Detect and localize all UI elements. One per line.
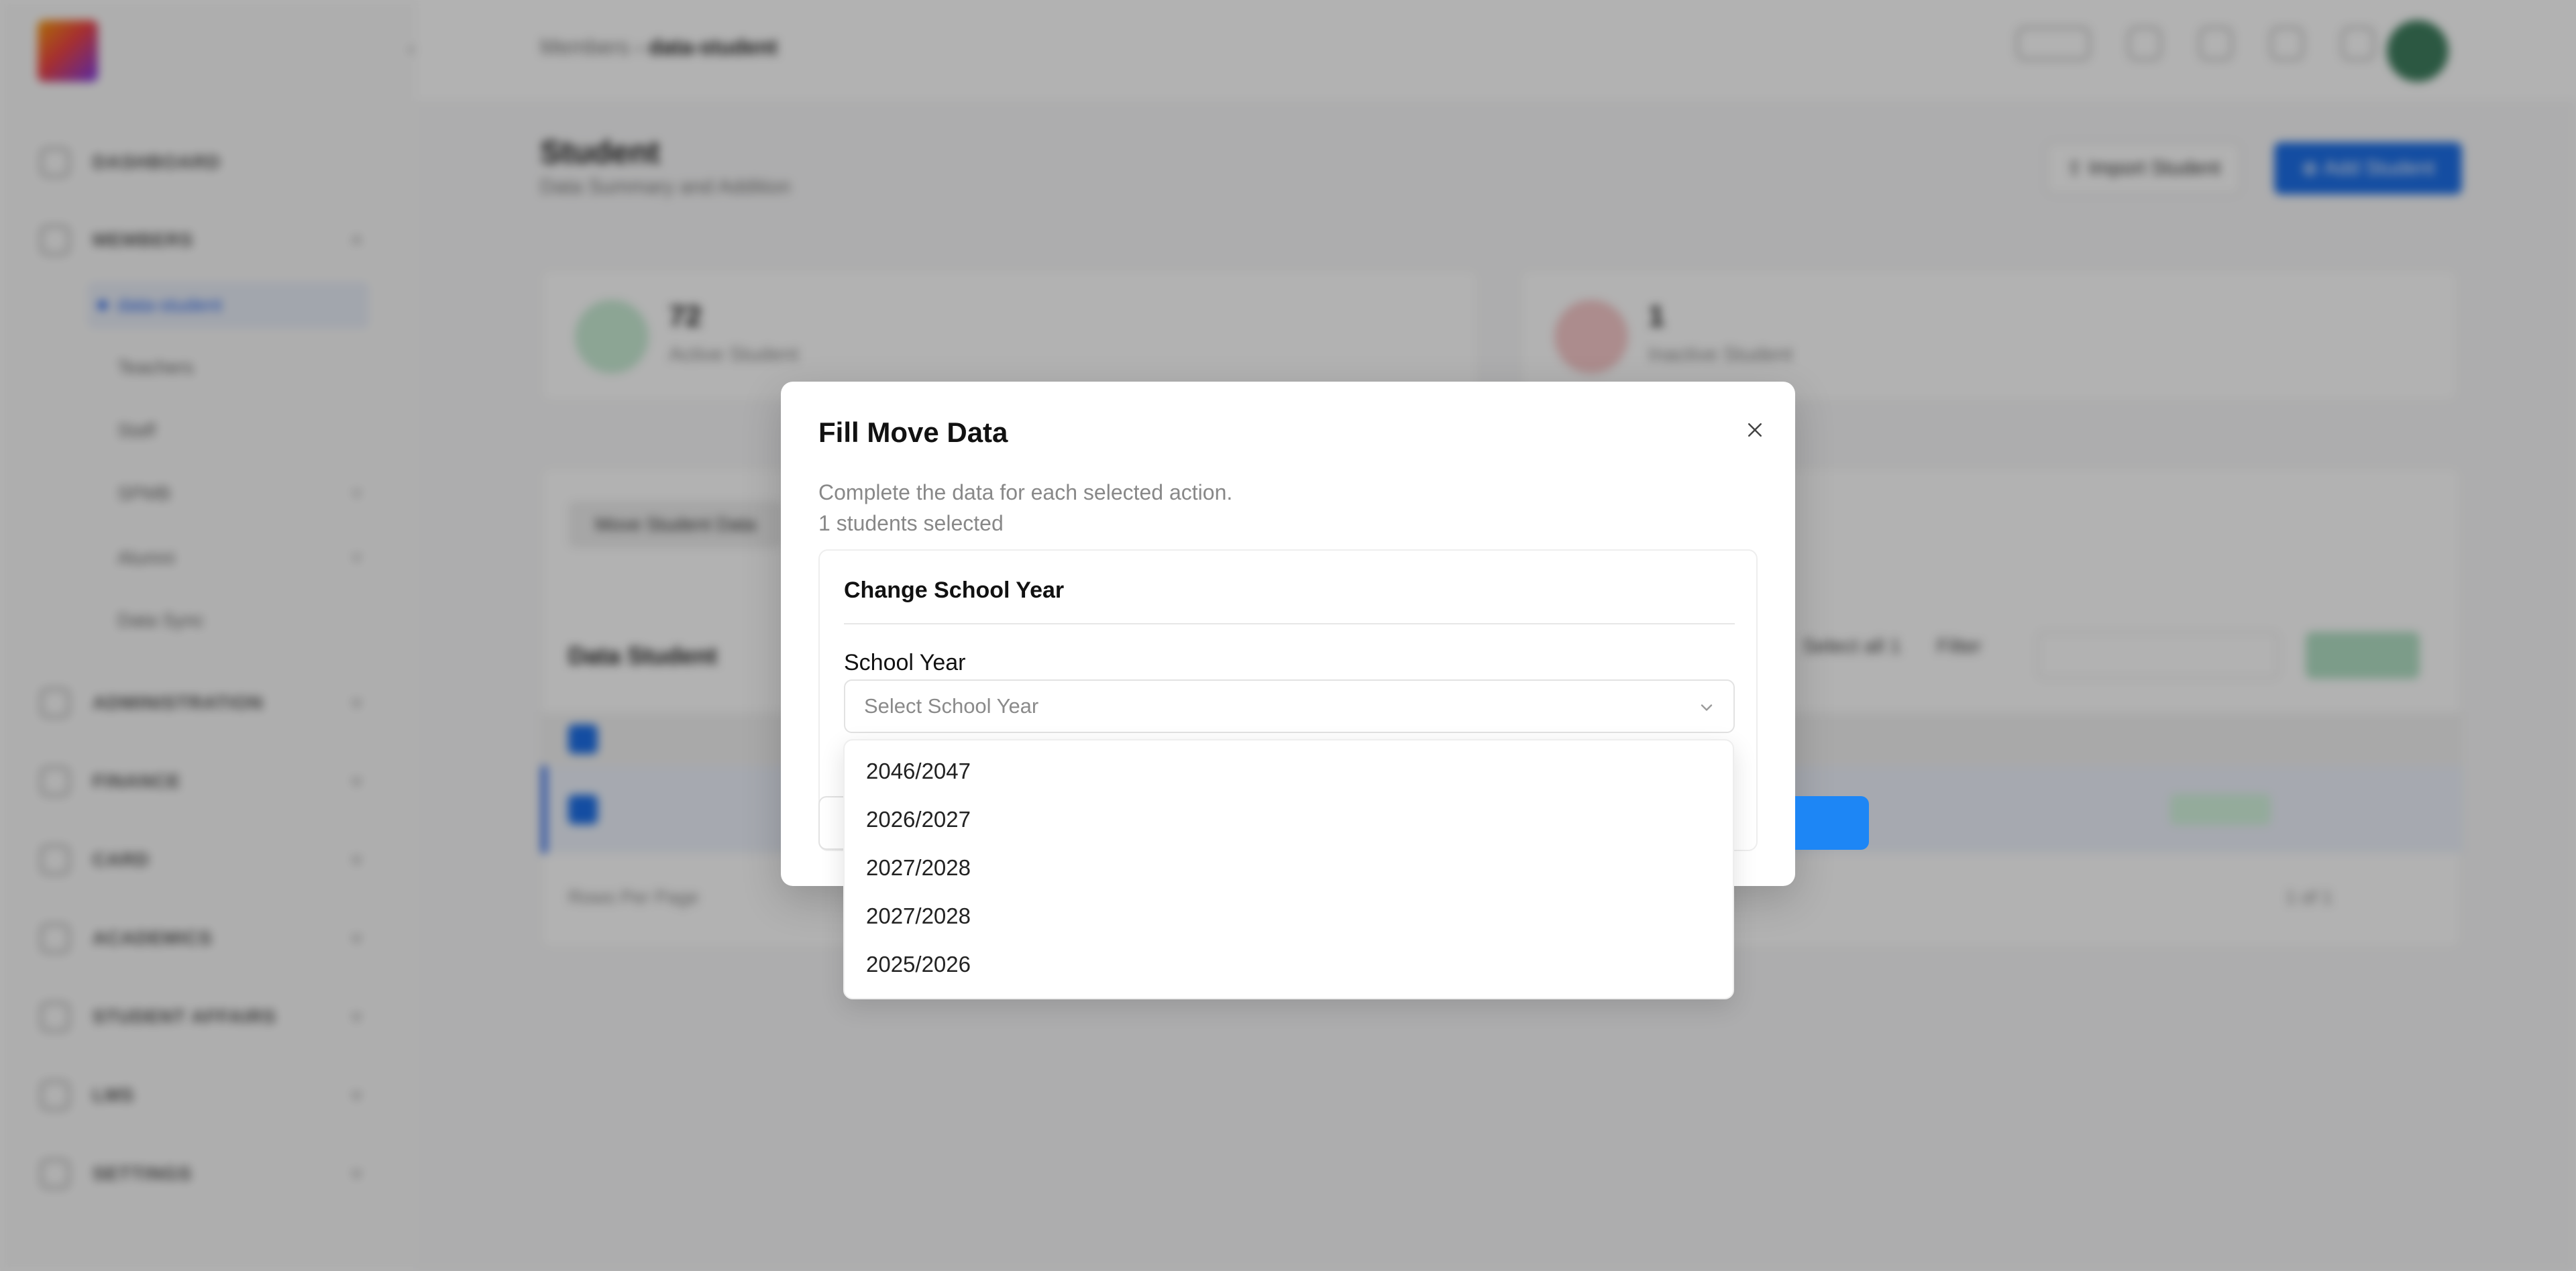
chevron-down-icon [1701, 704, 1713, 711]
school-year-option[interactable]: 2027/2028 [845, 892, 1733, 940]
school-year-option[interactable]: 2027/2028 [845, 844, 1733, 892]
close-button[interactable] [1737, 412, 1772, 447]
submit-button[interactable] [1795, 796, 1869, 850]
close-icon [1748, 423, 1762, 437]
school-year-option[interactable]: 2046/2047 [845, 747, 1733, 795]
select-placeholder: Select School Year [864, 694, 1039, 718]
dialog-description-text: Complete the data for each selected acti… [818, 480, 1233, 504]
dialog-description: Complete the data for each selected acti… [818, 477, 1232, 539]
selected-count-text: 1 students selected [818, 511, 1004, 535]
school-year-option[interactable]: 2025/2026 [845, 940, 1733, 989]
school-year-label: School Year [844, 650, 966, 675]
school-year-option[interactable]: 2026/2027 [845, 795, 1733, 844]
school-year-dropdown: 2046/2047 2026/2027 2027/2028 2027/2028 … [843, 739, 1734, 999]
dialog-title: Fill Move Data [818, 417, 1008, 448]
section-divider [844, 623, 1735, 624]
school-year-select[interactable]: Select School Year [844, 679, 1735, 733]
section-title: Change School Year [844, 577, 1065, 603]
